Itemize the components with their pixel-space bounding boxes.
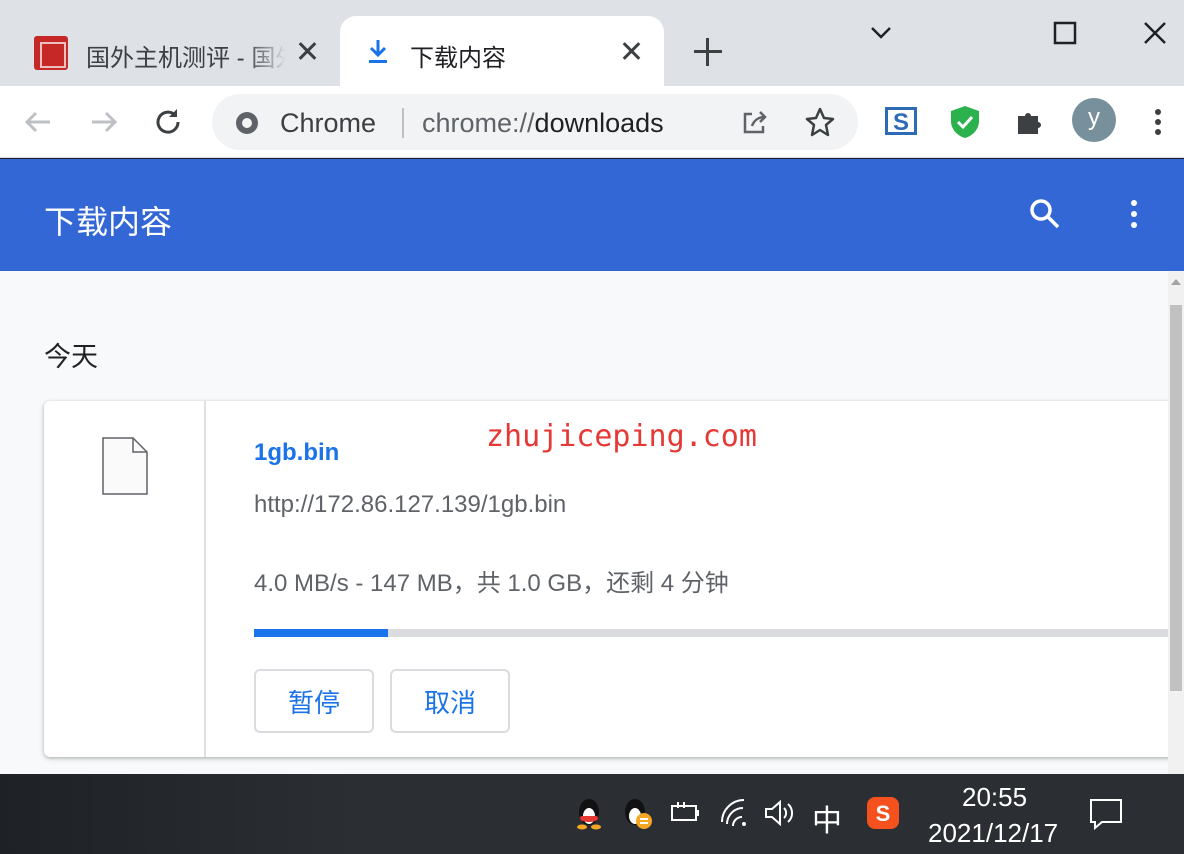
download-progress-fill (254, 629, 389, 637)
file-source-url[interactable]: http://172.86.127.139/1gb.bin (254, 491, 566, 519)
download-icon (369, 40, 387, 63)
battery-charging-icon[interactable] (668, 796, 702, 830)
s-extension-icon[interactable]: S (884, 104, 918, 138)
window-close-icon[interactable] (1140, 18, 1170, 48)
date-section-label: 今天 (44, 342, 98, 372)
close-icon[interactable] (294, 38, 320, 64)
avatar-initial: y (1088, 104, 1100, 131)
sogou-input-icon[interactable]: S (866, 796, 900, 830)
share-icon[interactable] (740, 108, 770, 136)
file-name-link[interactable]: 1gb.bin (254, 439, 339, 467)
kebab-menu-icon[interactable] (1148, 106, 1168, 138)
omnibox-separator (402, 108, 404, 138)
tab-strip: 国外主机测评 - 国外 下载内容 (0, 0, 1184, 86)
forward-arrow-icon[interactable] (88, 106, 120, 138)
qq-penguin-icon[interactable] (572, 796, 606, 830)
tab-title: 国外主机测评 - 国外 (86, 45, 286, 72)
scroll-up-icon[interactable] (1171, 279, 1181, 285)
page-scrollbar[interactable] (1168, 271, 1184, 774)
site-favicon-icon (34, 36, 68, 70)
url-scheme: chrome:// (422, 108, 535, 138)
shield-check-icon[interactable] (948, 104, 982, 140)
browser-toolbar: Chrome chrome://downloads S y (0, 86, 1184, 158)
notification-icon[interactable] (1088, 796, 1124, 832)
clock-time[interactable]: 20:55 (962, 782, 1027, 813)
windows-taskbar: 中 S 20:55 2021/12/17 (0, 774, 1184, 854)
clock-date[interactable]: 2021/12/17 (928, 818, 1058, 849)
downloads-content: 今天 1gb.bin http://172.86.127.139/1gb.bin… (0, 271, 1184, 774)
new-tab-icon[interactable] (694, 38, 722, 66)
omnibox-url: chrome://downloads (422, 108, 664, 139)
bookmark-star-icon[interactable] (804, 106, 836, 138)
downloads-header: 下载内容 (0, 159, 1184, 271)
volume-icon[interactable] (762, 796, 796, 830)
card-divider (204, 401, 206, 757)
download-card: 1gb.bin http://172.86.127.139/1gb.bin 4.… (44, 401, 1184, 757)
svg-text:S: S (876, 801, 891, 826)
chrome-logo-icon (236, 112, 258, 134)
download-progress-bar (254, 629, 1168, 637)
page-title: 下载内容 (44, 204, 173, 240)
extensions-puzzle-icon[interactable] (1014, 106, 1046, 138)
more-options-icon[interactable] (1122, 197, 1146, 231)
pause-button[interactable]: 暂停 (254, 669, 374, 733)
back-arrow-icon[interactable] (22, 106, 54, 138)
cancel-button[interactable]: 取消 (390, 669, 510, 733)
omnibox-site-label: Chrome (280, 108, 377, 138)
scrollbar-thumb[interactable] (1170, 305, 1182, 691)
tab-search-chevron-icon[interactable] (866, 18, 896, 48)
tab-title: 下载内容 (410, 45, 506, 72)
wifi-icon[interactable] (718, 796, 752, 830)
address-bar[interactable]: Chrome chrome://downloads (212, 94, 858, 150)
search-icon[interactable] (1028, 197, 1062, 231)
tab-downloads[interactable]: 下载内容 (340, 16, 664, 86)
avatar[interactable]: y (1072, 98, 1116, 142)
ime-indicator[interactable]: 中 (812, 796, 842, 840)
close-icon[interactable] (618, 38, 644, 64)
maximize-icon[interactable] (1050, 18, 1080, 48)
tab-zhujiceping[interactable]: 国外主机测评 - 国外 (0, 16, 340, 86)
reload-icon[interactable] (152, 106, 184, 138)
svg-text:S: S (893, 109, 909, 136)
qq-message-icon[interactable] (620, 796, 654, 830)
url-host: downloads (534, 108, 664, 138)
file-icon (102, 437, 148, 495)
download-status: 4.0 MB/s - 147 MB，共 1.0 GB，还剩 4 分钟 (254, 570, 729, 597)
watermark-text: zhujiceping.com (486, 419, 757, 454)
